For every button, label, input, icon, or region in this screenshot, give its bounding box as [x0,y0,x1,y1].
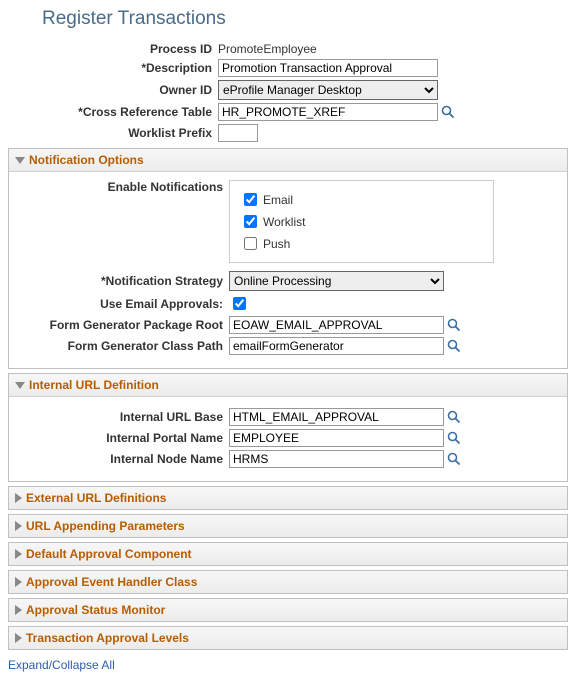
chevron-right-icon [15,521,22,531]
section-approval-levels: Transaction Approval Levels [8,626,568,650]
owner-id-select[interactable]: eProfile Manager Desktop [218,80,438,100]
lookup-icon[interactable] [447,431,461,445]
top-form: Process ID PromoteEmployee *Description … [8,42,568,142]
owner-id-label: Owner ID [8,83,218,97]
section-header-default-approval[interactable]: Default Approval Component [9,543,567,565]
notification-strategy-select[interactable]: Online Processing [229,271,444,291]
section-url-appending: URL Appending Parameters [8,514,568,538]
xref-input[interactable] [218,103,438,121]
enable-notifications-group: Email Worklist Push [229,180,494,263]
section-header-event-handler[interactable]: Approval Event Handler Class [9,571,567,593]
section-title: Notification Options [29,153,144,167]
worklist-checkbox-label: Worklist [263,215,305,229]
email-checkbox[interactable] [244,193,257,206]
page-title: Register Transactions [42,8,568,30]
chevron-right-icon [15,605,22,615]
section-status-monitor: Approval Status Monitor [8,598,568,622]
chevron-right-icon [15,493,22,503]
section-header-external-url[interactable]: External URL Definitions [9,487,567,509]
internal-portal-name-label: Internal Portal Name [19,431,229,445]
section-title: External URL Definitions [26,491,166,505]
internal-portal-name-input[interactable] [229,429,444,447]
section-header-status-monitor[interactable]: Approval Status Monitor [9,599,567,621]
pkg-root-label: Form Generator Package Root [19,318,229,332]
lookup-icon[interactable] [441,105,455,119]
internal-url-base-label: Internal URL Base [19,410,229,424]
section-title: Approval Event Handler Class [26,575,197,589]
internal-url-base-input[interactable] [229,408,444,426]
use-email-approvals-checkbox[interactable] [233,297,246,310]
push-checkbox-label: Push [263,237,290,251]
expand-collapse-all-link[interactable]: Expand/Collapse All [8,658,115,672]
chevron-right-icon [15,577,22,587]
section-event-handler: Approval Event Handler Class [8,570,568,594]
lookup-icon[interactable] [447,339,461,353]
section-external-url: External URL Definitions [8,486,568,510]
description-label: *Description [8,61,218,75]
section-title: Approval Status Monitor [26,603,165,617]
section-header-internal-url[interactable]: Internal URL Definition [9,374,567,397]
process-id-value: PromoteEmployee [218,42,317,56]
lookup-icon[interactable] [447,410,461,424]
section-default-approval: Default Approval Component [8,542,568,566]
chevron-down-icon [15,382,25,389]
section-header-approval-levels[interactable]: Transaction Approval Levels [9,627,567,649]
class-path-label: Form Generator Class Path [19,339,229,353]
section-header-notification[interactable]: Notification Options [9,149,567,172]
worklist-prefix-input[interactable] [218,124,258,142]
enable-notifications-label: Enable Notifications [19,180,229,194]
internal-node-name-label: Internal Node Name [19,452,229,466]
description-input[interactable] [218,59,438,77]
section-title: Transaction Approval Levels [26,631,189,645]
lookup-icon[interactable] [447,452,461,466]
xref-label: *Cross Reference Table [8,105,218,119]
section-title: Internal URL Definition [29,378,159,392]
email-checkbox-label: Email [263,193,293,207]
lookup-icon[interactable] [447,318,461,332]
worklist-checkbox[interactable] [244,215,257,228]
use-email-approvals-label: Use Email Approvals: [19,297,229,311]
chevron-right-icon [15,549,22,559]
worklist-prefix-label: Worklist Prefix [8,126,218,140]
class-path-input[interactable] [229,337,444,355]
section-title: URL Appending Parameters [26,519,185,533]
chevron-right-icon [15,633,22,643]
section-title: Default Approval Component [26,547,192,561]
internal-node-name-input[interactable] [229,450,444,468]
section-notification-options: Notification Options Enable Notification… [8,148,568,369]
pkg-root-input[interactable] [229,316,444,334]
chevron-down-icon [15,157,25,164]
process-id-label: Process ID [8,42,218,56]
section-header-url-appending[interactable]: URL Appending Parameters [9,515,567,537]
push-checkbox[interactable] [244,237,257,250]
notification-strategy-label: *Notification Strategy [19,274,229,288]
section-internal-url: Internal URL Definition Internal URL Bas… [8,373,568,482]
